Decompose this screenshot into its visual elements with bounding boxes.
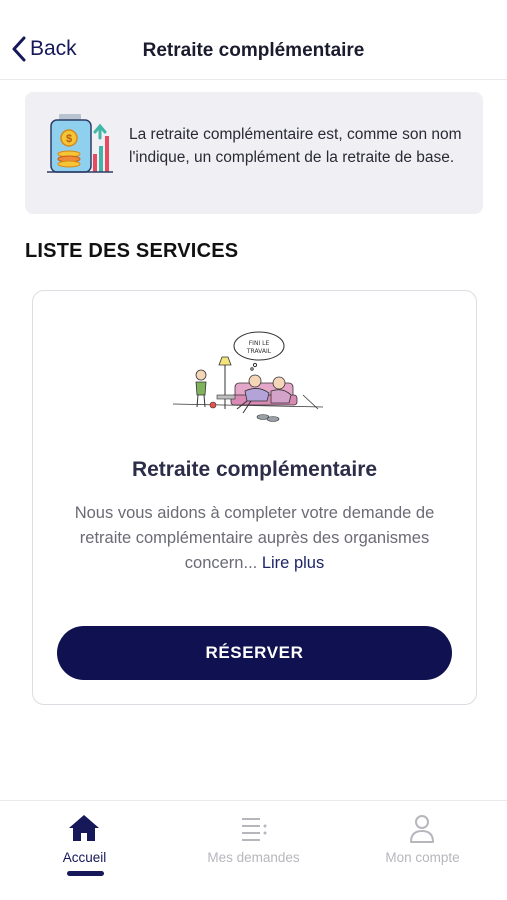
savings-growth-icon: $ (47, 114, 113, 173)
tab-label-accueil: Accueil (62, 850, 107, 865)
service-title: Retraite complémentaire (131, 458, 378, 481)
tab-mon-compte[interactable]: Mon compte (338, 801, 507, 900)
home-icon (69, 815, 99, 841)
svg-text:$: $ (66, 133, 72, 145)
tab-mes-demandes[interactable]: Mes demandes (169, 801, 338, 900)
tab-bar: Accueil Mes demandes Mon compte (0, 800, 507, 900)
retired-couple-illustration: FINI LE TRAVAIL (173, 331, 324, 422)
svg-text:TRAVAIL: TRAVAIL (246, 348, 272, 355)
active-tab-indicator (67, 871, 104, 876)
section-title: LISTE DES SERVICES (25, 240, 239, 262)
info-banner: $ La retraite complémentaire est, comme … (25, 92, 483, 214)
header: Back Retraite complémentaire (0, 0, 507, 80)
list-icon (242, 818, 267, 841)
service-card: FINI LE TRAVAIL Retraite complémentaire (32, 290, 477, 705)
tab-label-mon-compte: Mon compte (385, 850, 460, 865)
read-more-link[interactable]: Lire plus (262, 554, 324, 572)
info-text: La retraite complémentaire est, comme so… (129, 126, 462, 166)
illustration-caption: FINI LE (249, 340, 270, 347)
user-icon (410, 815, 434, 843)
reserve-button[interactable]: RÉSERVER (57, 626, 452, 680)
tab-label-mes-demandes: Mes demandes (207, 850, 300, 865)
tab-accueil[interactable]: Accueil (0, 801, 169, 900)
service-description-text: Nous vous aidons à completer votre deman… (74, 504, 435, 572)
page-title: Retraite complémentaire (142, 40, 365, 61)
service-description: Nous vous aidons à completer votre deman… (57, 501, 452, 576)
